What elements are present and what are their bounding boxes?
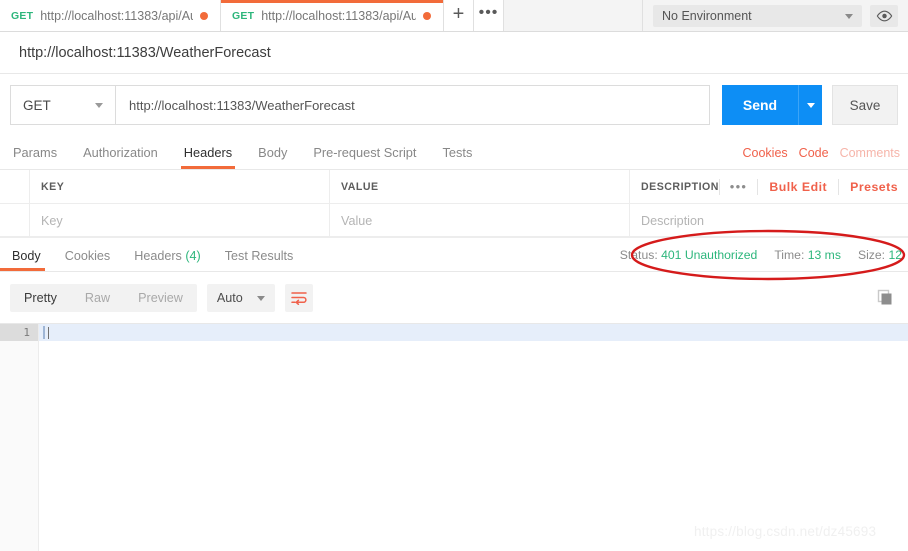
headers-table-header-row: KEY VALUE DESCRIPTION ••• Bulk Edit Pres… — [0, 170, 908, 204]
tab-params[interactable]: Params — [0, 145, 70, 169]
time-value: 13 ms — [807, 248, 841, 262]
row-checkbox-cell[interactable] — [0, 204, 30, 237]
ellipsis-icon: ••• — [478, 3, 499, 21]
response-meta: Status: 401 Unauthorized Time: 13 ms Siz… — [620, 248, 908, 271]
response-tab-headers[interactable]: Headers (4) — [122, 249, 213, 271]
view-mode-preview[interactable]: Preview — [124, 284, 197, 312]
view-mode-raw[interactable]: Raw — [71, 284, 124, 312]
response-format-select[interactable]: Auto — [206, 283, 275, 312]
tab-method-label: GET — [11, 9, 34, 22]
cookies-link[interactable]: Cookies — [743, 146, 788, 160]
tab-tests[interactable]: Tests — [429, 145, 485, 169]
postman-window: GET http://localhost:11383/api/Auth/l GE… — [0, 0, 908, 551]
response-headers-count: (4) — [185, 249, 201, 263]
word-wrap-button[interactable] — [284, 283, 313, 312]
request-tab-strip: GET http://localhost:11383/api/Auth/l GE… — [0, 0, 908, 32]
response-tab-body-label: Body — [12, 249, 41, 263]
request-url-input[interactable]: http://localhost:11383/WeatherForecast — [115, 85, 710, 125]
column-header-description: DESCRIPTION ••• Bulk Edit Presets — [630, 170, 908, 203]
plus-icon: + — [452, 3, 465, 25]
chevron-down-icon — [256, 293, 265, 303]
column-header-description-label: DESCRIPTION — [641, 180, 719, 193]
presets-button[interactable]: Presets — [839, 180, 908, 194]
tab-url-label: http://localhost:11383/api/Auth/l — [261, 8, 416, 23]
word-wrap-icon — [291, 291, 307, 305]
request-title-bar: http://localhost:11383/WeatherForecast — [0, 32, 908, 74]
response-tab-test-results[interactable]: Test Results — [213, 249, 306, 271]
headers-table-row: Key Value Description — [0, 204, 908, 238]
environment-quicklook-button[interactable] — [870, 4, 898, 27]
tab-url-label: http://localhost:11383/api/Auth/l — [40, 8, 193, 23]
line-marker — [43, 326, 45, 339]
unsaved-dot-icon — [423, 11, 431, 20]
send-group: Send — [722, 85, 822, 125]
editor-code-area[interactable] — [39, 324, 908, 551]
header-description-input[interactable]: Description — [630, 204, 908, 237]
environment-zone: No Environment — [643, 0, 908, 31]
tab-options-button[interactable]: ••• — [474, 0, 504, 31]
response-body-toolbar: Pretty Raw Preview Auto — [0, 272, 908, 324]
headers-more-button[interactable]: ••• — [720, 180, 757, 194]
size-value: 12 — [888, 248, 902, 262]
save-button[interactable]: Save — [832, 85, 898, 125]
response-tab-cookies-label: Cookies — [64, 249, 111, 263]
response-tab-body[interactable]: Body — [0, 249, 53, 271]
copy-icon — [877, 289, 892, 304]
text-caret — [48, 326, 49, 339]
comments-link[interactable]: Comments — [840, 146, 900, 160]
tab-authorization[interactable]: Authorization — [70, 145, 171, 169]
http-method-value: GET — [23, 97, 51, 113]
request-url-value: http://localhost:11383/WeatherForecast — [129, 97, 355, 113]
eye-icon — [876, 10, 892, 21]
send-options-button[interactable] — [798, 85, 822, 125]
response-section-tabs: Body Cookies Headers (4) Test Results St… — [0, 238, 908, 272]
unsaved-dot-icon — [200, 11, 208, 20]
send-button[interactable]: Send — [722, 85, 798, 125]
size-label: Size: — [857, 248, 886, 262]
response-time: Time: 13 ms — [774, 248, 841, 262]
tab-method-label: GET — [232, 9, 255, 22]
status-badge: 401 Unauthorized — [661, 248, 758, 262]
header-key-input[interactable]: Key — [30, 204, 330, 237]
response-view-mode-group: Pretty Raw Preview — [10, 283, 197, 312]
view-mode-pretty[interactable]: Pretty — [10, 284, 71, 312]
environment-value: No Environment — [662, 8, 752, 23]
tab-pre-request-script[interactable]: Pre-request Script — [300, 145, 429, 169]
time-label: Time: — [774, 248, 805, 262]
code-line[interactable] — [39, 324, 908, 341]
status-label: Status: — [619, 248, 658, 262]
request-tab-2[interactable]: GET http://localhost:11383/api/Auth/l — [221, 0, 444, 31]
column-header-key: KEY — [30, 170, 330, 203]
response-size: Size: 12 — [858, 248, 902, 262]
line-number: 1 — [0, 324, 38, 341]
code-link[interactable]: Code — [799, 146, 829, 160]
headers-table-actions: ••• Bulk Edit Presets — [718, 178, 908, 195]
new-tab-button[interactable]: + — [444, 0, 474, 31]
environment-select[interactable]: No Environment — [653, 4, 862, 27]
request-tabs-right-links: Cookies Code Comments — [743, 146, 908, 169]
tab-headers[interactable]: Headers — [171, 145, 245, 169]
headers-table: KEY VALUE DESCRIPTION ••• Bulk Edit Pres… — [0, 170, 908, 238]
http-method-select[interactable]: GET — [10, 85, 115, 125]
chevron-down-icon — [95, 100, 103, 110]
response-body-editor[interactable]: 1 — [0, 324, 908, 551]
header-value-input[interactable]: Value — [330, 204, 630, 237]
response-status: Status: 401 Unauthorized — [620, 248, 758, 262]
response-format-value: Auto — [216, 290, 243, 305]
request-tab-1[interactable]: GET http://localhost:11383/api/Auth/l — [0, 0, 221, 31]
page-title: http://localhost:11383/WeatherForecast — [19, 44, 271, 61]
bulk-edit-button[interactable]: Bulk Edit — [758, 180, 838, 194]
tab-body[interactable]: Body — [245, 145, 300, 169]
tab-strip-filler — [504, 0, 643, 31]
editor-gutter: 1 — [0, 324, 39, 551]
url-bar: GET http://localhost:11383/WeatherForeca… — [0, 74, 908, 136]
request-section-tabs: Params Authorization Headers Body Pre-re… — [0, 136, 908, 170]
chevron-down-icon — [845, 11, 853, 21]
response-tab-cookies[interactable]: Cookies — [53, 249, 123, 271]
response-tab-headers-label: Headers — [134, 249, 182, 263]
column-header-value: VALUE — [330, 170, 630, 203]
response-tab-test-results-label: Test Results — [224, 249, 294, 263]
copy-response-button[interactable] — [872, 285, 898, 311]
select-all-checkbox-cell[interactable] — [0, 170, 30, 203]
